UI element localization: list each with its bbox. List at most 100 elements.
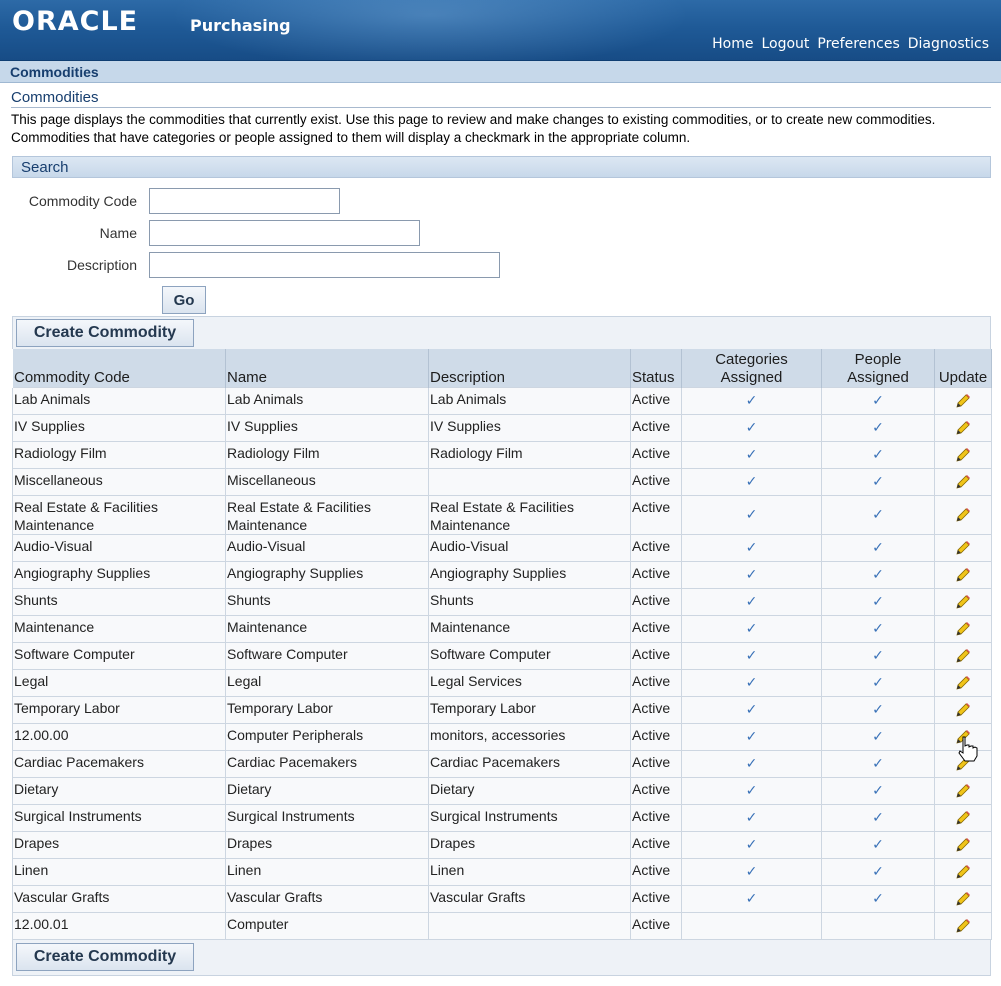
cell-update[interactable] (934, 587, 992, 616)
cell-commodity-code: Linen (12, 857, 226, 886)
pencil-icon[interactable] (954, 674, 972, 692)
cell-update[interactable] (934, 668, 992, 697)
pencil-icon[interactable] (954, 782, 972, 800)
cell-update[interactable] (934, 884, 992, 913)
table-row: Miscellaneous Miscellaneous Active ✓ ✓ (12, 467, 992, 496)
cell-commodity-code: Temporary Labor (12, 695, 226, 724)
cell-status: Active (630, 641, 682, 670)
pencil-icon[interactable] (954, 728, 972, 746)
pencil-icon[interactable] (954, 917, 972, 935)
pencil-icon[interactable] (954, 392, 972, 410)
name-input[interactable] (149, 220, 420, 246)
commodity-code-label: Commodity Code (28, 193, 137, 209)
cell-update[interactable] (934, 440, 992, 469)
go-button[interactable]: Go (162, 286, 206, 314)
checkmark-icon: ✓ (745, 420, 758, 436)
checkmark-icon: ✓ (872, 567, 884, 583)
cell-update[interactable] (934, 641, 992, 670)
cell-name: Shunts (225, 587, 429, 616)
cell-update[interactable] (934, 560, 992, 589)
table-row: Drapes Drapes Drapes Active ✓ ✓ (12, 830, 992, 859)
cell-status: Active (630, 695, 682, 724)
description-row: Description (12, 252, 500, 278)
checkmark-icon: ✓ (745, 783, 758, 799)
cell-update[interactable] (934, 533, 992, 562)
pencil-icon[interactable] (954, 593, 972, 611)
cell-description: Legal Services (428, 668, 631, 697)
cell-update[interactable] (934, 776, 992, 805)
cell-description: IV Supplies (428, 413, 631, 442)
pencil-icon[interactable] (954, 890, 972, 908)
breadcrumb-commodities[interactable]: Commodities (10, 64, 99, 80)
pencil-icon[interactable] (954, 836, 972, 854)
cell-name: Temporary Labor (225, 695, 429, 724)
cell-people-assigned: ✓ (821, 830, 935, 859)
checkmark-icon: ✓ (872, 783, 884, 799)
cell-status: Active (630, 587, 682, 616)
cell-categories-assigned (681, 911, 822, 940)
checkmark-icon: ✓ (745, 729, 758, 745)
cell-description (428, 911, 631, 940)
cell-name: Maintenance (225, 614, 429, 643)
pencil-icon[interactable] (954, 863, 972, 881)
cell-update[interactable] (934, 695, 992, 724)
cell-categories-assigned: ✓ (681, 857, 822, 886)
checkmark-icon: ✓ (745, 864, 758, 880)
checkmark-icon: ✓ (745, 810, 758, 826)
checkmark-icon: ✓ (745, 447, 758, 463)
checkmark-icon: ✓ (872, 648, 884, 664)
cell-name: Vascular Grafts (225, 884, 429, 913)
cell-update[interactable] (934, 857, 992, 886)
cell-commodity-code: Maintenance (12, 614, 226, 643)
preferences-link[interactable]: Preferences (817, 36, 899, 52)
cell-update[interactable] (934, 722, 992, 751)
table-row: Real Estate & Facilities Maintenance Real… (12, 494, 992, 535)
cell-update[interactable] (934, 467, 992, 496)
cell-commodity-code: Real Estate & Facilities Maintenance (12, 494, 226, 535)
cell-categories-assigned: ✓ (681, 494, 822, 535)
pencil-icon[interactable] (954, 755, 972, 773)
cell-status: Active (630, 413, 682, 442)
pencil-icon[interactable] (954, 539, 972, 557)
logout-link[interactable]: Logout (761, 36, 809, 52)
cell-update[interactable] (934, 614, 992, 643)
checkmark-icon: ✓ (745, 756, 758, 772)
pencil-icon[interactable] (954, 506, 972, 524)
cell-update[interactable] (934, 830, 992, 859)
create-commodity-button-bottom[interactable]: Create Commodity (16, 943, 194, 971)
cell-commodity-code: 12.00.00 (12, 722, 226, 751)
checkmark-icon: ✓ (872, 891, 884, 907)
checkmark-icon: ✓ (745, 567, 758, 583)
cell-update[interactable] (934, 749, 992, 778)
home-link[interactable]: Home (712, 36, 753, 52)
pencil-icon[interactable] (954, 419, 972, 437)
cell-people-assigned: ✓ (821, 668, 935, 697)
pencil-icon[interactable] (954, 701, 972, 719)
pencil-icon[interactable] (954, 446, 972, 464)
cell-name: Computer Peripherals (225, 722, 429, 751)
pencil-icon[interactable] (954, 809, 972, 827)
description-input[interactable] (149, 252, 500, 278)
cell-update[interactable] (934, 413, 992, 442)
pencil-icon[interactable] (954, 473, 972, 491)
checkmark-icon: ✓ (872, 756, 884, 772)
cell-categories-assigned: ✓ (681, 467, 822, 496)
cell-update[interactable] (934, 803, 992, 832)
pencil-icon[interactable] (954, 620, 972, 638)
diagnostics-link[interactable]: Diagnostics (908, 36, 989, 52)
pencil-icon[interactable] (954, 566, 972, 584)
cell-commodity-code: IV Supplies (12, 413, 226, 442)
cell-commodity-code: Legal (12, 668, 226, 697)
cell-people-assigned: ✓ (821, 386, 935, 415)
checkmark-icon: ✓ (872, 420, 884, 436)
cell-name: IV Supplies (225, 413, 429, 442)
commodity-code-input[interactable] (149, 188, 340, 214)
cell-update[interactable] (934, 911, 992, 940)
checkmark-icon: ✓ (745, 474, 758, 490)
col-header-status: Status (630, 349, 682, 387)
create-commodity-button-top[interactable]: Create Commodity (16, 319, 194, 347)
cell-status: Active (630, 560, 682, 589)
cell-update[interactable] (934, 386, 992, 415)
cell-update[interactable] (934, 494, 992, 535)
pencil-icon[interactable] (954, 647, 972, 665)
